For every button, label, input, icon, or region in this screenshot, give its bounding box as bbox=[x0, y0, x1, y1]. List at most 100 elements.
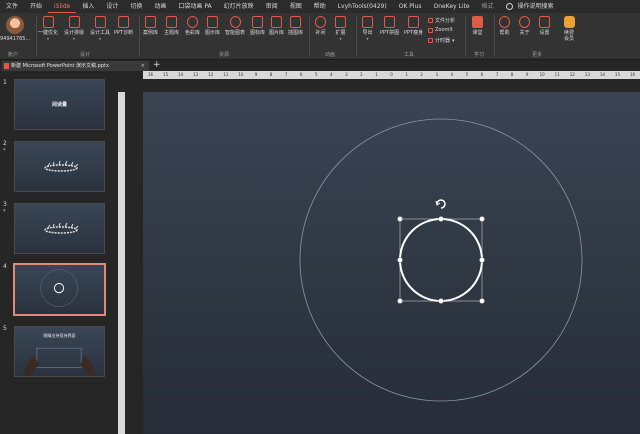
tell-me-search[interactable]: 操作说明搜索 bbox=[516, 0, 560, 13]
ruler-tick: 12 bbox=[208, 72, 214, 77]
slide-number: 2 bbox=[3, 140, 7, 147]
tab-slideshow[interactable]: 幻灯片放映 bbox=[218, 0, 260, 13]
file-analysis-icon bbox=[428, 18, 433, 23]
slide-canvas[interactable] bbox=[143, 92, 640, 434]
outer-ring[interactable] bbox=[299, 118, 583, 402]
image-library-button[interactable]: 图片库 bbox=[269, 15, 284, 36]
ruler-tick: 2 bbox=[420, 72, 423, 77]
ruler-tick: 7 bbox=[284, 72, 288, 77]
tab-format[interactable]: 格式 bbox=[476, 0, 500, 13]
document-tab[interactable]: 新建 Microsoft PowerPoint 演示文稿.pptx × bbox=[2, 61, 149, 71]
ruler-tick: 4 bbox=[330, 72, 333, 77]
ruler-tick: 14 bbox=[178, 72, 184, 77]
new-tab-button[interactable]: + bbox=[153, 60, 161, 70]
slide-thumbnail-4[interactable] bbox=[13, 263, 106, 316]
ruler-tick: 0 bbox=[390, 72, 393, 77]
ruler-tick: 5 bbox=[314, 72, 318, 77]
tab-animations[interactable]: 动画 bbox=[148, 0, 172, 13]
slide-thumbnail-1[interactable]: 阅读量 bbox=[14, 79, 105, 130]
menu-bar: 文件 开始 iSlide 插入 设计 切换 动画 口袋动画 PA 幻灯片放映 审… bbox=[0, 0, 640, 13]
ruler-tick: 4 bbox=[450, 72, 454, 77]
tween-icon bbox=[315, 16, 326, 28]
timer-icon bbox=[428, 38, 433, 43]
resize-handles[interactable] bbox=[397, 216, 485, 304]
ribbon-separator bbox=[356, 16, 357, 56]
tab-lvyhtools[interactable]: LvyhTools(0429) bbox=[332, 0, 393, 13]
about-icon bbox=[519, 16, 530, 28]
palette-icon bbox=[187, 16, 198, 28]
icon-library-button[interactable]: 图标库 bbox=[250, 15, 265, 36]
ruler-tick: 11 bbox=[554, 72, 560, 77]
settings-button[interactable]: 设置 bbox=[539, 15, 550, 36]
slide-content bbox=[299, 118, 583, 402]
diagram-library-button[interactable]: 图示库 bbox=[205, 15, 220, 36]
ruler-tick: 13 bbox=[584, 72, 590, 77]
close-tab-icon[interactable]: × bbox=[141, 61, 145, 71]
theme-library-button[interactable]: 主题库 bbox=[164, 15, 179, 36]
tab-okplus[interactable]: OK Plus bbox=[393, 0, 428, 13]
about-button[interactable]: 关于 bbox=[519, 15, 530, 36]
ruler-tick: 14 bbox=[599, 72, 605, 77]
ruler-tick: 10 bbox=[238, 72, 244, 77]
ruler-tick: 11 bbox=[223, 72, 229, 77]
color-library-button[interactable]: 色彩库 bbox=[185, 15, 200, 36]
design-tools-button[interactable]: 设计工具 ▾ bbox=[90, 15, 110, 41]
ruler-tick: 1 bbox=[375, 72, 378, 77]
classroom-button[interactable]: 课堂 bbox=[472, 15, 483, 36]
one-click-optimize-button[interactable]: 一键优化 ▾ bbox=[38, 15, 58, 41]
tab-islide[interactable]: iSlide bbox=[48, 0, 77, 13]
case-library-button[interactable]: 案例库 bbox=[143, 15, 158, 36]
tab-home[interactable]: 开始 bbox=[24, 0, 48, 13]
tab-pocket-animation[interactable]: 口袋动画 PA bbox=[172, 0, 217, 13]
ppt-slim-button[interactable]: PPT瘦身 bbox=[404, 15, 423, 36]
slide-thumbnail-3[interactable] bbox=[14, 203, 105, 254]
vertical-ruler[interactable] bbox=[118, 92, 125, 434]
ruler-tick: 1 bbox=[405, 72, 408, 77]
tab-file[interactable]: 文件 bbox=[0, 0, 24, 13]
ruler-tick: 16 bbox=[629, 72, 636, 77]
tab-review[interactable]: 审阅 bbox=[260, 0, 284, 13]
help-button[interactable]: 帮助 bbox=[499, 15, 510, 36]
tab-view[interactable]: 视图 bbox=[284, 0, 308, 13]
illustration-library-button[interactable]: 插图库 bbox=[288, 15, 303, 36]
slide-thumbnail-5[interactable]: 眼睛支持双持界面 bbox=[14, 326, 105, 377]
tween-button[interactable]: 补间 bbox=[315, 15, 326, 36]
slide-title: 阅读量 bbox=[51, 102, 67, 108]
account-name[interactable]: 94941765... bbox=[0, 36, 30, 42]
tab-help[interactable]: 帮助 bbox=[308, 0, 332, 13]
slide-preview-circles bbox=[40, 269, 78, 307]
ruler-tick: 2 bbox=[360, 72, 363, 77]
extend-icon bbox=[335, 16, 346, 28]
ppt-diagnose-button[interactable]: PPT诊断 bbox=[114, 15, 133, 36]
ppt-collage-button[interactable]: PPT拼图 bbox=[380, 15, 399, 36]
ruler-tick: 15 bbox=[163, 72, 169, 77]
renew-membership-button[interactable]: 续费会员 bbox=[562, 15, 576, 42]
tab-transitions[interactable]: 切换 bbox=[124, 0, 148, 13]
selected-circle[interactable] bbox=[399, 218, 483, 302]
timer-button[interactable]: 计时器 ▾ bbox=[428, 37, 455, 44]
ruler-corner bbox=[118, 71, 143, 92]
ruler-tick: 8 bbox=[510, 72, 514, 77]
tab-insert[interactable]: 插入 bbox=[76, 0, 100, 13]
ruler-tick: 6 bbox=[480, 72, 484, 77]
avatar[interactable] bbox=[6, 16, 24, 34]
image-icon bbox=[271, 16, 282, 28]
tab-design[interactable]: 设计 bbox=[100, 0, 124, 13]
smart-chart-button[interactable]: 智能图表 bbox=[225, 15, 245, 36]
slide-thumbnail-panel: 1 阅读量 2 * 3 * 4 5 眼睛支持双持界面 bbox=[0, 71, 113, 434]
design-layout-button[interactable]: 设计排版 ▾ bbox=[64, 15, 84, 41]
export-button[interactable]: 导出 ▾ bbox=[362, 15, 373, 41]
slim-icon bbox=[408, 16, 420, 28]
diamond-icon bbox=[563, 16, 575, 28]
pie-chart-icon bbox=[229, 16, 241, 28]
pptx-file-icon bbox=[4, 63, 9, 69]
slide-thumbnail-2[interactable] bbox=[14, 141, 105, 192]
zoomit-button[interactable]: ZoomIt bbox=[428, 27, 453, 33]
group-label-animation: 动画 bbox=[325, 52, 336, 58]
extend-button[interactable]: 扩展 ▾ bbox=[335, 15, 346, 41]
horizontal-ruler[interactable]: 16 15 14 13 12 11 10 9 8 7 6 5 4 3 2 1 0 1 2 3 4 5 6 7 8 9 10 11 12 1… bbox=[143, 71, 640, 79]
tab-onekey-lite[interactable]: OneKey Lite bbox=[427, 0, 475, 13]
file-analysis-button[interactable]: 文件分析 bbox=[428, 17, 455, 24]
rotate-handle-icon[interactable] bbox=[435, 199, 446, 209]
ribbon-separator bbox=[309, 16, 310, 56]
